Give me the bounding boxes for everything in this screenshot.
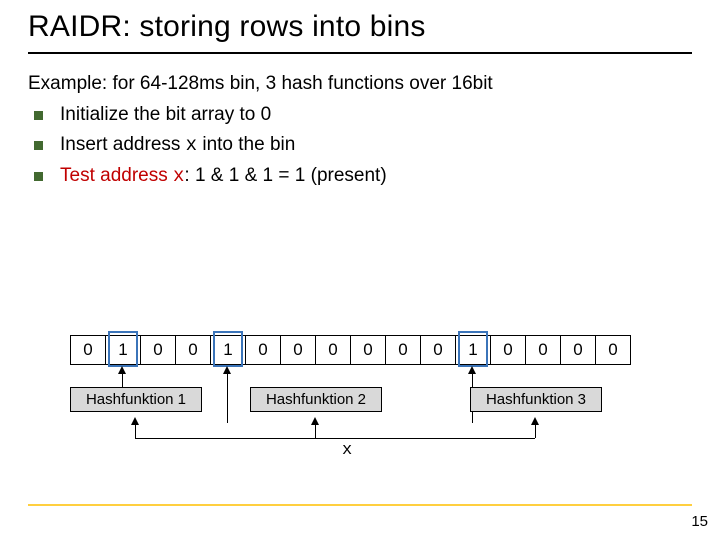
- bit-cell: 0: [315, 335, 351, 365]
- square-bullet-icon: [34, 172, 43, 181]
- x-connector-up: [535, 424, 536, 438]
- bullet-item: Test address x: 1 & 1 & 1 = 1 (present): [28, 162, 692, 191]
- x-connector-line: [135, 438, 535, 439]
- bit-cell: 0: [525, 335, 561, 365]
- bit-cell: 0: [70, 335, 106, 365]
- bit-cell: 0: [350, 335, 386, 365]
- bit-cell: 0: [280, 335, 316, 365]
- bullet-text-pre-red: Test address: [60, 165, 173, 186]
- bit-array: 0 1 0 0 1 0 0 0 0 0 0 1 0 0 0 0: [70, 335, 650, 365]
- bit-cell: 1: [210, 335, 246, 365]
- bit-cell: 1: [455, 335, 491, 365]
- bullet-item: Insert address x into the bin: [28, 131, 692, 160]
- hash-box-1: Hashfunktion 1: [70, 387, 202, 412]
- bit-cell: 0: [420, 335, 456, 365]
- bullet-text-post: into the bin: [197, 134, 295, 155]
- bit-cell: 0: [385, 335, 421, 365]
- square-bullet-icon: [34, 111, 43, 120]
- page-number: 15: [691, 513, 708, 530]
- x-connector-up: [135, 424, 136, 438]
- body-text: Example: for 64-128ms bin, 3 hash functi…: [28, 70, 692, 190]
- arrow-stem: [227, 373, 228, 423]
- slide: RAIDR: storing rows into bins Example: f…: [0, 0, 720, 540]
- x-label: x: [342, 441, 352, 460]
- square-bullet-icon: [34, 141, 43, 150]
- footer-rule: [28, 504, 692, 506]
- hash-box-2: Hashfunktion 2: [250, 387, 382, 412]
- arrow-up-icon: [131, 417, 139, 425]
- bullet-item: Initialize the bit array to 0: [28, 101, 692, 130]
- bloom-filter-diagram: 0 1 0 0 1 0 0 0 0 0 0 1 0 0 0 0 Hashfun: [70, 335, 650, 365]
- bit-cell: 0: [175, 335, 211, 365]
- arrow-stem: [122, 373, 123, 387]
- arrow-up-icon: [531, 417, 539, 425]
- bullet-list: Initialize the bit array to 0 Insert add…: [28, 101, 692, 191]
- code-x-red: x: [173, 165, 184, 187]
- bit-cell: 0: [560, 335, 596, 365]
- bit-cell: 0: [245, 335, 281, 365]
- code-x: x: [186, 134, 197, 156]
- arrow-up-icon: [468, 366, 476, 374]
- hash-box-3: Hashfunktion 3: [470, 387, 602, 412]
- arrow-up-icon: [311, 417, 319, 425]
- bullet-text: Initialize the bit array to 0: [60, 104, 271, 125]
- bit-cell: 0: [490, 335, 526, 365]
- arrow-up-icon: [118, 366, 126, 374]
- bit-cell: 0: [140, 335, 176, 365]
- arrow-up-icon: [223, 366, 231, 374]
- bit-cell: 0: [595, 335, 631, 365]
- bullet-text-pre: Insert address: [60, 134, 186, 155]
- slide-title: RAIDR: storing rows into bins: [28, 10, 692, 54]
- bit-cell: 1: [105, 335, 141, 365]
- x-connector-up: [315, 424, 316, 438]
- bullet-text-post: : 1 & 1 & 1 = 1 (present): [184, 165, 386, 186]
- example-line: Example: for 64-128ms bin, 3 hash functi…: [28, 70, 692, 99]
